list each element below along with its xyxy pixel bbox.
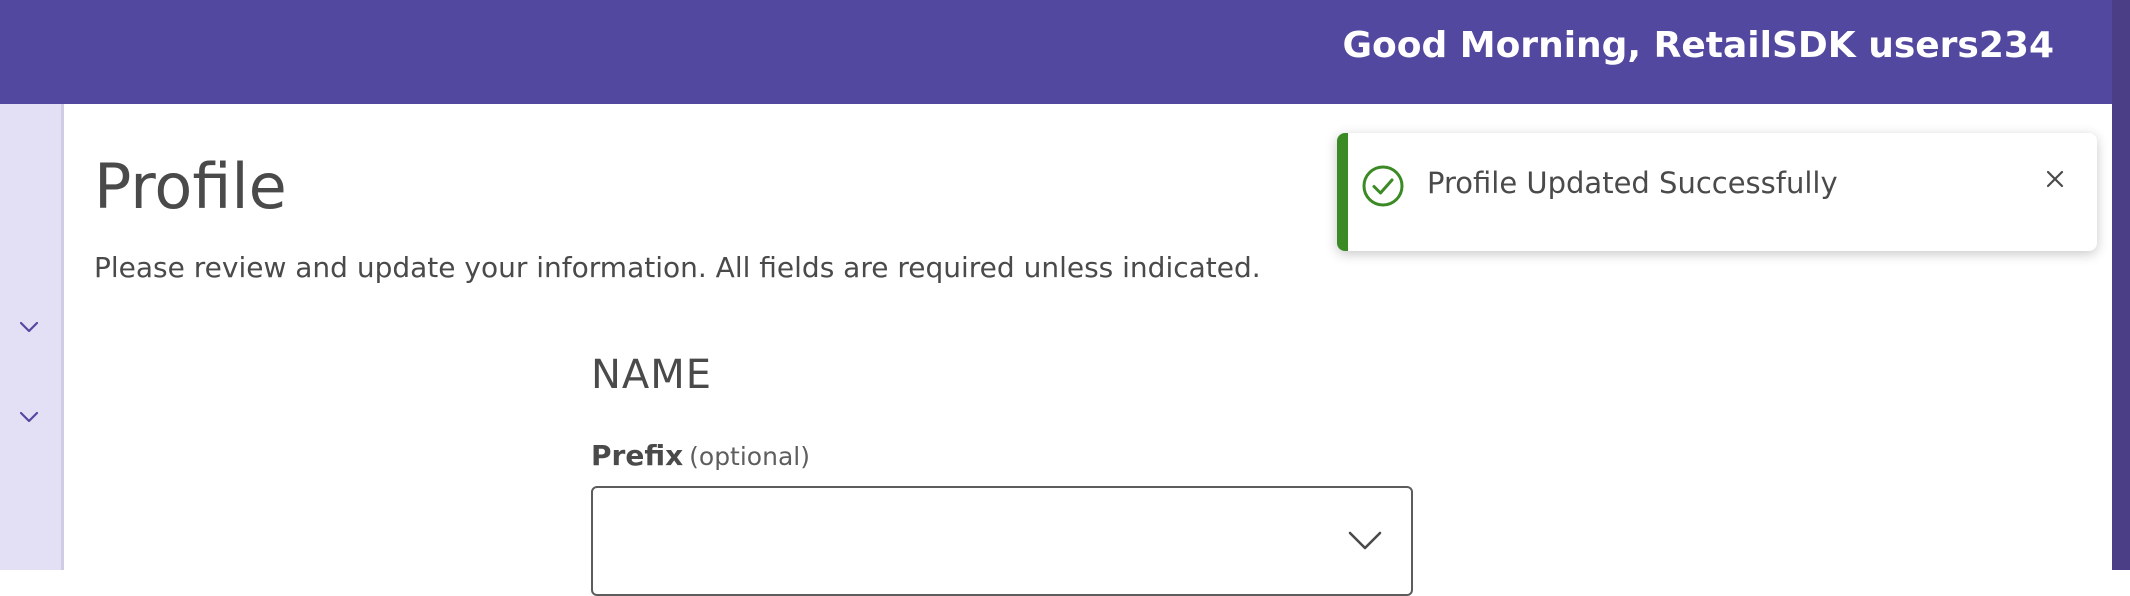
success-toast: Profile Updated Successfully bbox=[1337, 133, 2097, 251]
close-icon bbox=[2046, 170, 2064, 188]
sidebar bbox=[0, 104, 64, 570]
prefix-select[interactable] bbox=[591, 486, 1413, 596]
prefix-label-text: Prefix bbox=[591, 439, 684, 472]
check-circle-icon bbox=[1362, 165, 1404, 207]
chevron-down-icon[interactable] bbox=[16, 404, 42, 430]
chevron-down-icon bbox=[1348, 531, 1382, 550]
chevron-down-icon[interactable] bbox=[16, 314, 42, 340]
section-title-name: NAME bbox=[591, 352, 713, 398]
prefix-label: Prefix (optional) bbox=[591, 436, 810, 477]
toast-close-button[interactable] bbox=[2043, 167, 2067, 191]
page-title: Profile bbox=[94, 150, 287, 223]
page-subtitle: Please review and update your informatio… bbox=[94, 251, 1261, 284]
app-header: Good Morning, RetailSDK users234 bbox=[0, 0, 2130, 104]
right-edge-bar bbox=[2112, 0, 2130, 570]
toast-message: Profile Updated Successfully bbox=[1427, 166, 1838, 200]
optional-indicator: (optional) bbox=[689, 442, 810, 471]
greeting-text: Good Morning, RetailSDK users234 bbox=[1342, 25, 2054, 66]
toast-accent-bar bbox=[1337, 133, 1348, 251]
